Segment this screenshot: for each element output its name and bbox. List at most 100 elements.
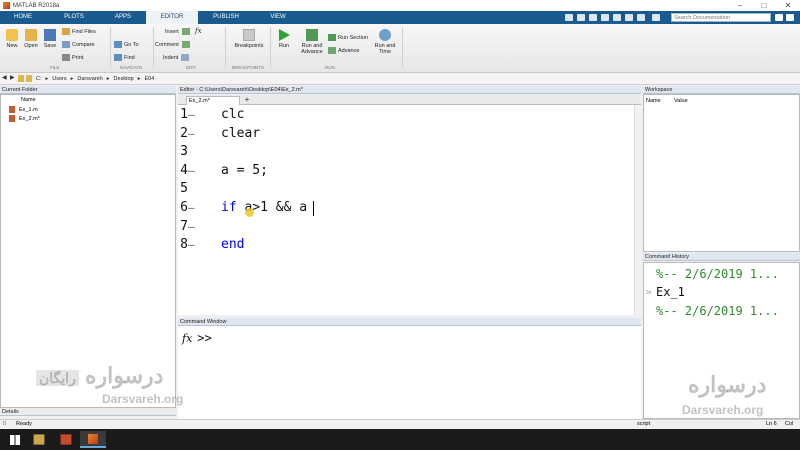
command-history-header[interactable]: Command History	[643, 253, 800, 261]
workspace-header[interactable]: Workspace	[643, 86, 800, 94]
tab-publish[interactable]: PUBLISH	[204, 11, 248, 24]
details-header[interactable]: Details	[0, 408, 176, 416]
editor-scrollbar[interactable]	[634, 105, 641, 315]
breadcrumb-drive[interactable]: C:	[36, 76, 42, 82]
new-button[interactable]: New	[3, 29, 21, 49]
run-and-time-button[interactable]: Run and Time	[372, 29, 398, 55]
indent-button[interactable]: Indent	[163, 54, 191, 61]
undo-icon[interactable]	[613, 14, 621, 21]
status-line: Ln 6	[766, 421, 777, 427]
tab-apps[interactable]: APPS	[104, 11, 142, 24]
browse-folder-icon[interactable]	[26, 75, 32, 82]
quick-save-icon[interactable]	[565, 14, 573, 21]
breadcrumb-item[interactable]: Darsvareh	[77, 76, 102, 82]
new-tab-button[interactable]: +	[242, 96, 252, 105]
go-to-button[interactable]: Go To	[114, 41, 139, 48]
search-documentation-input[interactable]: Search Documentation	[671, 13, 771, 22]
column-header-name[interactable]: Name	[21, 97, 36, 103]
go-to-icon	[114, 41, 122, 48]
run-and-advance-button[interactable]: Run and Advance	[298, 29, 326, 55]
find-files-button[interactable]: Find Files	[62, 28, 96, 35]
switch-windows-icon[interactable]	[637, 14, 645, 21]
line-number: 6	[180, 200, 188, 215]
expand-ribbon-icon[interactable]	[786, 14, 794, 21]
breadcrumb-item[interactable]: Users	[52, 76, 66, 82]
line-number: 2	[180, 126, 188, 141]
tab-home[interactable]: HOME	[4, 11, 42, 24]
breakpoint-dash[interactable]: —	[188, 108, 195, 121]
status-text: Ready	[16, 421, 32, 427]
redo-icon[interactable]	[625, 14, 633, 21]
close-icon[interactable]: ✕	[776, 0, 800, 11]
advance-button[interactable]: Advance	[328, 47, 359, 54]
save-button[interactable]: Save	[41, 29, 59, 49]
group-label-edit: EDIT	[186, 65, 197, 70]
tab-ex2[interactable]: Ex_2.m*	[186, 96, 240, 105]
breakpoint-dash[interactable]: —	[188, 127, 195, 140]
column-header-value[interactable]: Value	[674, 98, 688, 104]
indent-icon	[181, 54, 190, 61]
up-folder-icon[interactable]	[18, 75, 24, 82]
workspace-panel: Name Value	[643, 94, 800, 252]
print-button[interactable]: Print	[62, 54, 83, 61]
matlab-taskbar-icon[interactable]	[80, 431, 106, 448]
prompt-symbol: >>	[197, 331, 212, 345]
list-item[interactable]: Ex_2.m*	[9, 115, 40, 122]
maximize-icon[interactable]: □	[752, 0, 776, 11]
column-header-name[interactable]: Name	[646, 98, 661, 104]
quick-copy-icon[interactable]	[589, 14, 597, 21]
address-bar: ◀ ▶ C: ▸ Users ▸ Darsvareh ▸ Desktop ▸ E…	[0, 73, 800, 85]
quick-paste-icon[interactable]	[601, 14, 609, 21]
history-entry[interactable]: %-- 2/6/2019 1...	[656, 267, 779, 281]
fx-icon[interactable]: fx	[182, 332, 192, 345]
breakpoint-dash[interactable]: —	[188, 164, 195, 177]
breakpoint-dash[interactable]: —	[188, 220, 195, 233]
save-icon	[44, 29, 56, 41]
insert-button[interactable]: Insert	[165, 28, 192, 35]
breakpoint-dash[interactable]: —	[188, 238, 195, 251]
compare-button[interactable]: Compare	[62, 41, 95, 48]
command-window-header[interactable]: Command Window	[178, 318, 641, 326]
breadcrumb-item[interactable]: Desktop	[114, 76, 134, 82]
comment-icon	[181, 41, 190, 48]
status-bar: ⁞⁞ Ready script Ln 6 Col	[0, 419, 800, 429]
run-and-advance-icon	[306, 29, 318, 41]
list-item[interactable]: Ex_1.m	[9, 106, 38, 113]
tab-view[interactable]: VIEW	[258, 11, 298, 24]
editor-tab-strip: Ex_2.m* +	[178, 95, 641, 105]
forward-icon[interactable]: ▶	[10, 75, 16, 82]
quick-cut-icon[interactable]	[577, 14, 585, 21]
back-icon[interactable]: ◀	[2, 75, 8, 82]
compare-icon	[62, 41, 70, 48]
minimize-icon[interactable]: –	[728, 0, 752, 11]
code-line-4: a = 5;	[221, 163, 268, 178]
windows-start-icon[interactable]	[6, 431, 24, 448]
editor-title-bar: Editor - C:\Users\Darsvareh\Desktop\E04\…	[178, 86, 641, 94]
breakpoint-dash[interactable]: —	[188, 201, 195, 214]
run-button[interactable]: Run	[274, 29, 294, 49]
powerpoint-icon[interactable]	[60, 434, 72, 445]
current-folder-header[interactable]: Current Folder	[0, 86, 176, 94]
tab-plots[interactable]: PLOTS	[55, 11, 93, 24]
comment-button[interactable]: Comment	[155, 41, 192, 48]
tab-editor[interactable]: EDITOR	[146, 11, 198, 24]
run-section-button[interactable]: Run Section	[328, 34, 368, 41]
open-button[interactable]: Open	[22, 29, 40, 49]
code-line-8: end	[221, 237, 245, 252]
divider	[110, 27, 111, 67]
search-icon[interactable]	[775, 14, 783, 21]
insert-function-button[interactable]: fx	[195, 27, 202, 35]
command-window[interactable]: fx >>	[178, 326, 641, 419]
group-label-navigate: NAVIGATE	[120, 65, 143, 70]
history-entry[interactable]: Ex_1	[656, 285, 685, 299]
breakpoints-button[interactable]: Breakpoints	[230, 29, 268, 49]
breadcrumb-item[interactable]: E04	[145, 76, 155, 82]
history-entry[interactable]: %-- 2/6/2019 1...	[656, 304, 779, 318]
m-file-icon	[9, 106, 15, 113]
status-grip-icon: ⁞⁞	[3, 421, 7, 427]
find-button[interactable]: Find	[114, 54, 135, 61]
file-explorer-icon[interactable]	[33, 434, 45, 445]
help-icon[interactable]	[652, 14, 660, 21]
code-line-2: clear	[221, 126, 261, 141]
code-editor[interactable]: 1 2 3 4 5 6 7 8 — — — — — — clc clear a …	[178, 105, 641, 315]
